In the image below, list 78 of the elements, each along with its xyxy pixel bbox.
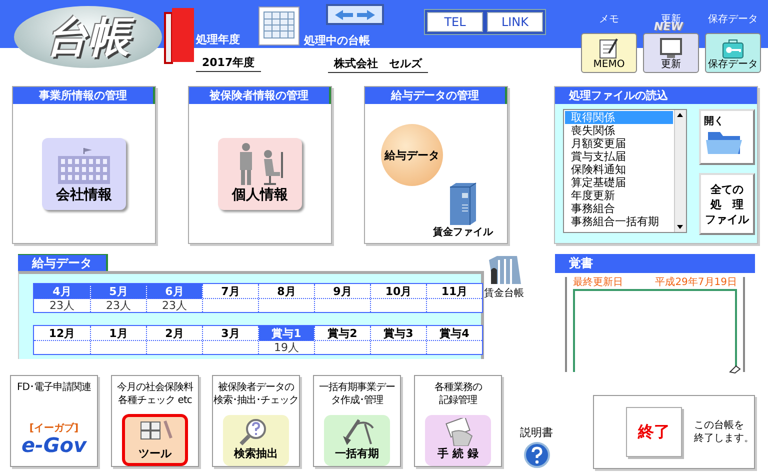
ledger-name-value: 株式会社 セルズ: [328, 56, 428, 73]
file-list-item[interactable]: 事務組合一括有期: [565, 215, 673, 228]
month-header[interactable]: 7月: [203, 284, 258, 299]
file-list-item[interactable]: 年度更新: [565, 189, 673, 202]
tool-caption: 被保険者データの 検索･抽出･チェック: [214, 381, 298, 408]
exit-button[interactable]: 終了: [626, 407, 682, 457]
month-header[interactable]: 8月: [259, 284, 314, 299]
link-button[interactable]: LINK: [487, 12, 543, 32]
app-logo: 台帳: [14, 6, 162, 68]
table-cell-text: 23人: [161, 299, 188, 312]
table-cell-text: 19人: [273, 341, 300, 354]
tool-caption: FD･電子申請関連: [17, 381, 91, 395]
wage-ledger-button[interactable]: 賃金台帳: [484, 256, 524, 302]
month-header[interactable]: 11月: [427, 284, 482, 299]
open-button[interactable]: 開く: [699, 109, 755, 165]
tool-button[interactable]: 一括有期: [324, 414, 390, 466]
tool-label: メモ: [599, 13, 619, 26]
file-list-item[interactable]: 事務組合: [565, 202, 673, 215]
file-list-item[interactable]: 喪失関係: [565, 124, 673, 137]
save-button[interactable]: 保存データ: [705, 33, 761, 73]
payroll-data-button[interactable]: 給与データ: [381, 124, 443, 186]
month-header[interactable]: 賞与1: [259, 326, 314, 341]
all-files-button[interactable]: 全ての 処 理 ファイル: [699, 173, 755, 235]
tool-caption: 各種業務の 記録管理: [434, 381, 482, 408]
panel-title: 覚書: [555, 254, 755, 273]
tool-button[interactable]: 手 続 録: [425, 414, 491, 466]
help-icon: [524, 442, 550, 468]
tool-button[interactable]: ツール: [122, 414, 188, 466]
month-header[interactable]: 10月: [371, 284, 426, 299]
arrows-icon: [333, 8, 377, 20]
month-header[interactable]: 3月: [203, 326, 258, 341]
calendar-icon: [258, 6, 300, 46]
field-label: 最終更新日: [573, 277, 623, 289]
monitor-icon: [659, 36, 683, 58]
month-header[interactable]: 9月: [315, 284, 370, 299]
month-header[interactable]: 賞与3: [371, 326, 426, 341]
exit-note: この台帳を 終了します。: [694, 419, 754, 445]
panel-title: 被保険者情報の管理: [189, 87, 331, 104]
update-date: 平成29年7月19日: [655, 277, 737, 289]
month-header[interactable]: 4月: [34, 284, 90, 299]
help-button[interactable]: [524, 442, 550, 468]
field-label: 処理中の台帳: [304, 33, 370, 48]
books-icon: [487, 256, 521, 286]
tool-label: 保存データ: [708, 13, 758, 26]
month-header[interactable]: 6月: [147, 284, 202, 299]
fiscal-year-value: 2017年度: [196, 55, 261, 72]
panel-title: 給与データの管理: [365, 87, 507, 104]
month-header[interactable]: 2月: [147, 326, 202, 341]
month-header[interactable]: 5月: [91, 284, 146, 299]
month-header[interactable]: 賞与2: [315, 326, 370, 341]
manual-label: 説明書: [520, 425, 553, 440]
tool-caption: 今月の社会保険料 各種チェック etc: [117, 381, 193, 408]
file-list-item[interactable]: 算定基礎届: [565, 176, 673, 189]
table-cell-text: 23人: [105, 299, 132, 312]
tool-button[interactable]: 検索抽出: [223, 414, 289, 466]
binder-icon: [162, 6, 196, 66]
link-button[interactable]: TEL: [427, 12, 483, 32]
memo-button[interactable]: MEMO: [581, 33, 637, 73]
month-header[interactable]: 1月: [91, 326, 146, 341]
company-info-button[interactable]: 会社情報: [42, 138, 126, 210]
field-label: 処理年度: [196, 32, 240, 47]
file-list-item[interactable]: 賞与支払届: [565, 150, 673, 163]
panel-title: 処理ファイルの読込: [555, 87, 757, 104]
briefcase-key-icon: [721, 36, 745, 58]
file-list-item[interactable]: 保険料通知: [565, 163, 673, 176]
tool-caption: 一括有期事業デー タ作成･管理: [319, 381, 395, 408]
month-header[interactable]: 12月: [34, 326, 90, 341]
month-header[interactable]: 賞与4: [427, 326, 482, 341]
file-list[interactable]: 取得関係 喪失関係 月額変更届 賞与支払届 保険料通知 算定基礎届 年度更新 事務組合 事務組合一括有期: [563, 109, 687, 233]
scrollbar[interactable]: [674, 110, 686, 232]
binder-icon: [448, 181, 478, 225]
table-cell-text: 23人: [48, 299, 76, 312]
update-button[interactable]: 更新: [643, 33, 699, 73]
switch-ledger-button[interactable]: [326, 4, 384, 25]
panel-title: 事業所情報の管理: [13, 87, 155, 104]
file-list-item[interactable]: 月額変更届: [565, 137, 673, 150]
person-info-button[interactable]: 個人情報: [218, 138, 302, 210]
eraser-icon: [729, 364, 741, 374]
